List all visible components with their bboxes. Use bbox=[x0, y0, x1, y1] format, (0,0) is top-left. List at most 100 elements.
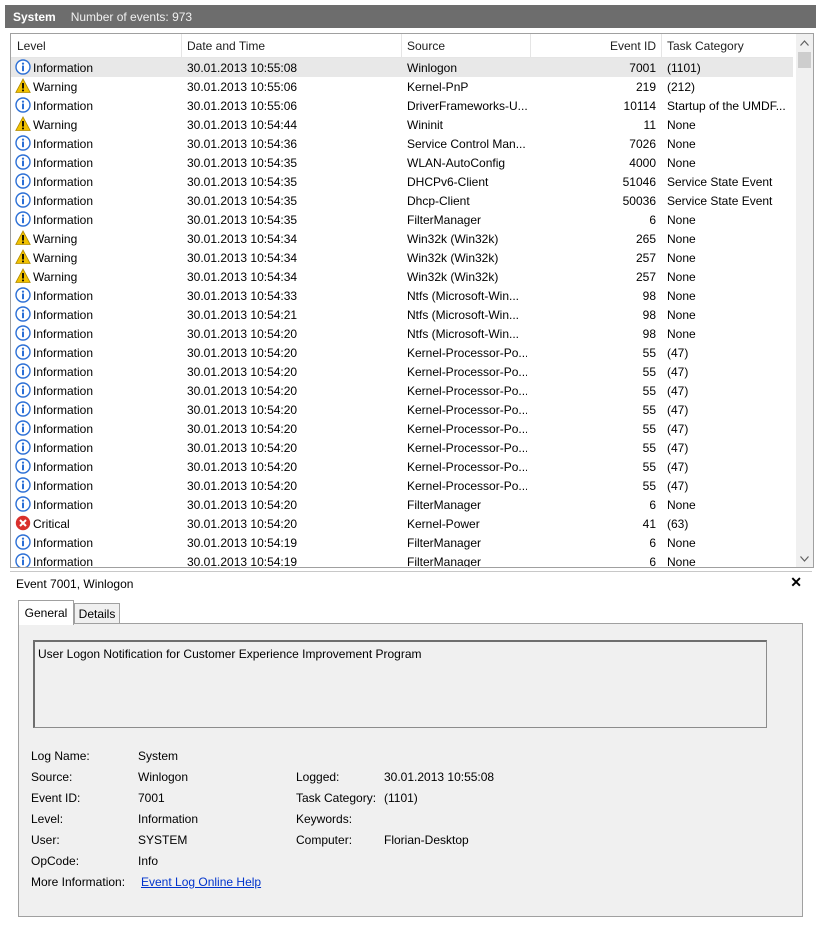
information-icon bbox=[15, 325, 31, 341]
event-description[interactable]: User Logon Notification for Customer Exp… bbox=[33, 640, 767, 728]
information-icon bbox=[15, 211, 31, 227]
event-row[interactable]: Information 30.01.2013 10:54:35 Dhcp-Clien… bbox=[11, 191, 793, 210]
event-row[interactable]: Information 30.01.2013 10:54:20 Kernel-Pro… bbox=[11, 381, 793, 400]
cell-source: FilterManager bbox=[407, 498, 482, 512]
cell-level: Information bbox=[33, 99, 94, 113]
tab-general[interactable]: General bbox=[18, 600, 74, 625]
event-log-online-help-link[interactable]: Event Log Online Help bbox=[141, 875, 261, 889]
general-panel: User Logon Notification for Customer Exp… bbox=[18, 623, 803, 917]
label-log-name: Log Name: bbox=[31, 749, 90, 763]
value-logged: 30.01.2013 10:55:08 bbox=[384, 770, 495, 784]
event-row[interactable]: Information 30.01.2013 10:54:19 FilterMana… bbox=[11, 552, 793, 568]
cell-level: Warning bbox=[33, 80, 78, 94]
close-icon[interactable]: ✕ bbox=[790, 574, 802, 591]
cell-event-id: 10114 bbox=[623, 99, 656, 113]
cell-date: 30.01.2013 10:54:21 bbox=[187, 308, 298, 322]
event-row[interactable]: Information 30.01.2013 10:54:35 FilterMana… bbox=[11, 210, 793, 229]
cell-source: Kernel-Power bbox=[407, 517, 480, 531]
event-row[interactable]: Information 30.01.2013 10:54:20 Kernel-Pro… bbox=[11, 476, 793, 495]
event-row[interactable]: Information 30.01.2013 10:54:20 Kernel-Pro… bbox=[11, 438, 793, 457]
cell-task-category: None bbox=[667, 270, 696, 284]
information-icon bbox=[15, 401, 31, 417]
event-row[interactable]: Information 30.01.2013 10:54:20 Kernel-Pro… bbox=[11, 457, 793, 476]
cell-date: 30.01.2013 10:54:20 bbox=[187, 479, 298, 493]
cell-task-category: (47) bbox=[667, 441, 689, 455]
cell-task-category: None bbox=[667, 289, 696, 303]
label-event-id: Event ID: bbox=[31, 791, 81, 805]
cell-level: Warning bbox=[33, 270, 78, 284]
information-icon bbox=[15, 306, 31, 322]
cell-source: Kernel-Processor-Po... bbox=[407, 422, 527, 436]
event-row[interactable]: Critical 30.01.2013 10:54:20 Kernel-Power 4… bbox=[11, 514, 793, 533]
cell-source: Kernel-PnP bbox=[407, 80, 469, 94]
column-task-category[interactable]: Task Category bbox=[667, 39, 744, 53]
information-icon bbox=[15, 59, 31, 75]
information-icon bbox=[15, 382, 31, 398]
cell-task-category: (47) bbox=[667, 384, 689, 398]
column-date[interactable]: Date and Time bbox=[187, 39, 265, 53]
event-row[interactable]: Information 30.01.2013 10:54:20 Kernel-Pro… bbox=[11, 419, 793, 438]
event-row[interactable]: Information 30.01.2013 10:54:20 Kernel-Pro… bbox=[11, 343, 793, 362]
event-row[interactable]: Information 30.01.2013 10:55:08 Winlogon 70… bbox=[11, 58, 793, 77]
cell-task-category: (63) bbox=[667, 517, 689, 531]
event-row[interactable]: Information 30.01.2013 10:54:36 Service Co… bbox=[11, 134, 793, 153]
cell-task-category: Service State Event bbox=[667, 194, 773, 208]
information-icon bbox=[15, 420, 31, 436]
column-level[interactable]: Level bbox=[17, 39, 46, 53]
cell-event-id: 55 bbox=[642, 365, 656, 379]
cell-event-id: 55 bbox=[642, 346, 656, 360]
event-row[interactable]: Information 30.01.2013 10:54:35 DHCPv6-Cli… bbox=[11, 172, 793, 191]
label-more-information: More Information: bbox=[31, 875, 126, 889]
event-row[interactable]: Information 30.01.2013 10:54:35 WLAN-AutoC… bbox=[11, 153, 793, 172]
event-row[interactable]: Information 30.01.2013 10:54:21 Ntfs (Micr… bbox=[11, 305, 793, 324]
warning-icon bbox=[15, 78, 31, 94]
warning-icon bbox=[15, 116, 31, 132]
column-source[interactable]: Source bbox=[407, 39, 445, 53]
event-row[interactable]: Information 30.01.2013 10:54:20 FilterMana… bbox=[11, 495, 793, 514]
value-computer: Florian-Desktop bbox=[384, 833, 469, 847]
cell-source: FilterManager bbox=[407, 555, 482, 568]
cell-task-category: None bbox=[667, 137, 696, 151]
cell-level: Information bbox=[33, 384, 94, 398]
cell-date: 30.01.2013 10:54:34 bbox=[187, 232, 298, 246]
cell-level: Information bbox=[33, 194, 94, 208]
scroll-up-icon[interactable] bbox=[796, 34, 813, 51]
event-row[interactable]: Information 30.01.2013 10:54:33 Ntfs (Micr… bbox=[11, 286, 793, 305]
label-logged: Logged: bbox=[296, 770, 340, 784]
cell-source: Kernel-Processor-Po... bbox=[407, 441, 527, 455]
scroll-thumb[interactable] bbox=[798, 52, 811, 68]
cell-date: 30.01.2013 10:54:20 bbox=[187, 441, 298, 455]
cell-date: 30.01.2013 10:54:20 bbox=[187, 498, 298, 512]
column-event-id[interactable]: Event ID bbox=[610, 39, 656, 53]
cell-event-id: 50036 bbox=[622, 194, 656, 208]
information-icon bbox=[15, 287, 31, 303]
event-row[interactable]: Information 30.01.2013 10:55:06 DriverFram… bbox=[11, 96, 793, 115]
vertical-scrollbar[interactable] bbox=[796, 34, 813, 567]
cell-date: 30.01.2013 10:54:35 bbox=[187, 156, 298, 170]
event-row[interactable]: Warning 30.01.2013 10:54:34 Win32k (Win32k… bbox=[11, 229, 793, 248]
cell-date: 30.01.2013 10:54:33 bbox=[187, 289, 298, 303]
cell-date: 30.01.2013 10:54:35 bbox=[187, 175, 298, 189]
event-row[interactable]: Information 30.01.2013 10:54:20 Kernel-Pro… bbox=[11, 362, 793, 381]
scroll-down-icon[interactable] bbox=[796, 550, 813, 567]
event-row[interactable]: Information 30.01.2013 10:54:20 Kernel-Pro… bbox=[11, 400, 793, 419]
cell-level: Information bbox=[33, 289, 94, 303]
event-row[interactable]: Information 30.01.2013 10:54:19 FilterMana… bbox=[11, 533, 793, 552]
cell-task-category: (47) bbox=[667, 346, 689, 360]
event-row[interactable]: Warning 30.01.2013 10:54:44 Wininit 11 None bbox=[11, 115, 793, 134]
cell-level: Information bbox=[33, 498, 94, 512]
cell-date: 30.01.2013 10:54:19 bbox=[187, 555, 298, 568]
cell-level: Warning bbox=[33, 232, 78, 246]
event-row[interactable]: Warning 30.01.2013 10:55:06 Kernel-PnP 219 (… bbox=[11, 77, 793, 96]
cell-task-category: None bbox=[667, 232, 696, 246]
event-row[interactable]: Information 30.01.2013 10:54:20 Ntfs (Micr… bbox=[11, 324, 793, 343]
event-list[interactable]: Level Date and Time Source Event ID Task… bbox=[10, 33, 814, 568]
cell-source: Kernel-Processor-Po... bbox=[407, 403, 527, 417]
cell-event-id: 55 bbox=[642, 479, 656, 493]
information-icon bbox=[15, 496, 31, 512]
tab-details[interactable]: Details bbox=[74, 603, 120, 624]
cell-event-id: 55 bbox=[642, 384, 656, 398]
event-row[interactable]: Warning 30.01.2013 10:54:34 Win32k (Win32k… bbox=[11, 248, 793, 267]
event-row[interactable]: Warning 30.01.2013 10:54:34 Win32k (Win32k… bbox=[11, 267, 793, 286]
cell-event-id: 51046 bbox=[622, 175, 656, 189]
